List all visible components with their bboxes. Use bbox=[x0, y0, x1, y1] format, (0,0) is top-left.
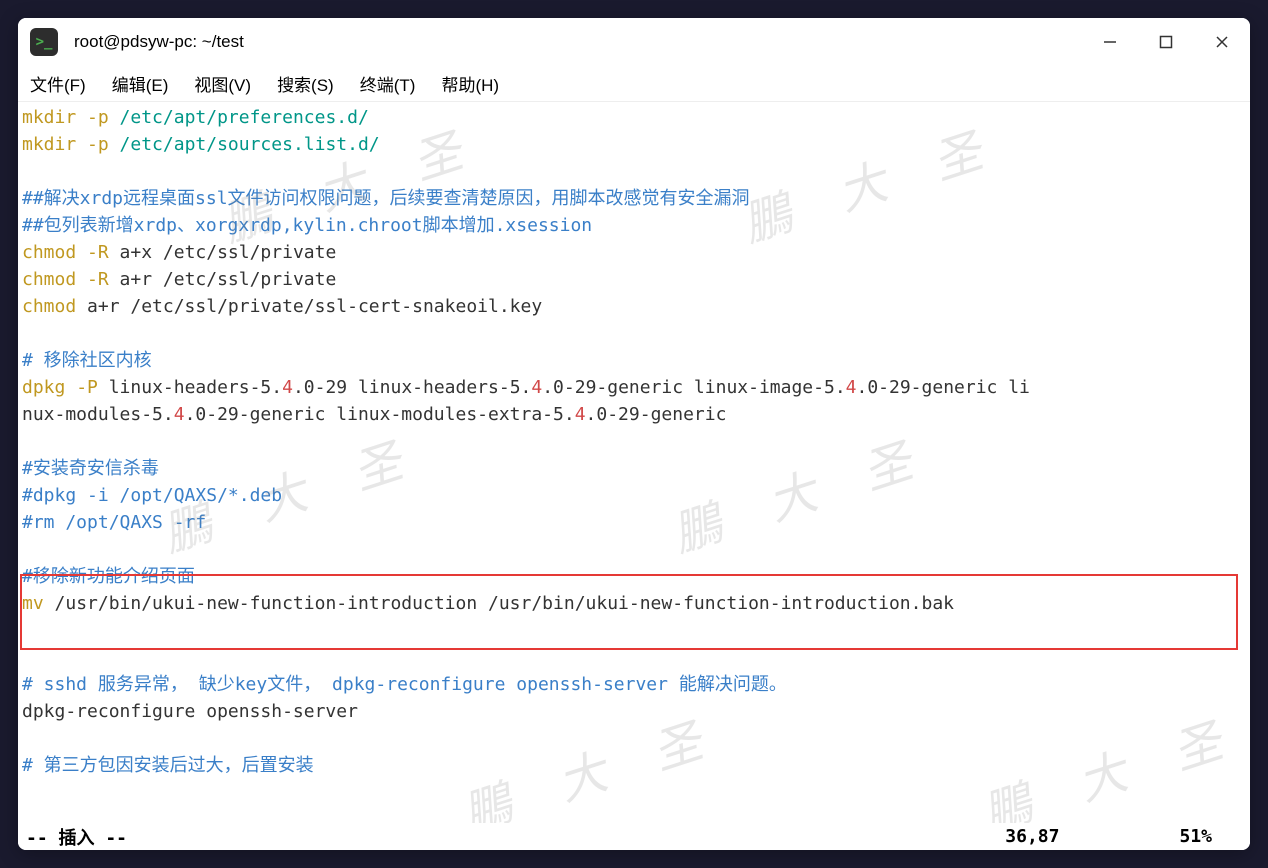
terminal-window: >_ root@pdsyw-pc: ~/test 文件(F) 编辑(E) 视图(… bbox=[18, 18, 1250, 850]
terminal-line: chmod -R a+r /etc/ssl/private bbox=[22, 266, 1246, 293]
menu-view[interactable]: 视图(V) bbox=[190, 69, 255, 98]
terminal-line: dpkg-reconfigure openssh-server bbox=[22, 698, 1246, 725]
vim-position: 36,87 bbox=[1005, 826, 1059, 847]
terminal-comment: #安装奇安信杀毒 bbox=[22, 455, 1246, 482]
menu-edit[interactable]: 编辑(E) bbox=[108, 69, 173, 98]
terminal-comment: # sshd 服务异常， 缺少key文件， dpkg-reconfigure o… bbox=[22, 671, 1246, 698]
terminal-comment: #rm /opt/QAXS -rf bbox=[22, 509, 1246, 536]
terminal-line: mkdir -p /etc/apt/sources.list.d/ bbox=[22, 131, 1246, 158]
terminal-line: mkdir -p /etc/apt/preferences.d/ bbox=[22, 104, 1246, 131]
terminal-blank bbox=[22, 617, 1246, 644]
menubar: 文件(F) 编辑(E) 视图(V) 搜索(S) 终端(T) 帮助(H) bbox=[18, 66, 1250, 102]
close-button[interactable] bbox=[1206, 26, 1238, 58]
minimize-button[interactable] bbox=[1094, 26, 1126, 58]
vim-percent: 51% bbox=[1179, 826, 1212, 847]
vim-statusbar: -- 插入 -- 36,87 51% bbox=[18, 823, 1250, 850]
window-title: root@pdsyw-pc: ~/test bbox=[74, 32, 1094, 52]
terminal-blank bbox=[22, 536, 1246, 563]
menu-terminal[interactable]: 终端(T) bbox=[356, 69, 420, 98]
terminal-app-icon: >_ bbox=[30, 28, 58, 56]
terminal-blank bbox=[22, 644, 1246, 671]
terminal-line: nux-modules-5.4.0-29-generic linux-modul… bbox=[22, 401, 1246, 428]
terminal-line: mv /usr/bin/ukui-new-function-introducti… bbox=[22, 590, 1246, 617]
menu-help[interactable]: 帮助(H) bbox=[437, 69, 503, 98]
terminal-blank bbox=[22, 320, 1246, 347]
terminal-comment: # 移除社区内核 bbox=[22, 347, 1246, 374]
terminal-blank bbox=[22, 725, 1246, 752]
titlebar: >_ root@pdsyw-pc: ~/test bbox=[18, 18, 1250, 66]
terminal-comment: ##包列表新增xrdp、xorgxrdp,kylin.chroot脚本增加.xs… bbox=[22, 212, 1246, 239]
terminal-comment: #dpkg -i /opt/QAXS/*.deb bbox=[22, 482, 1246, 509]
terminal-blank bbox=[22, 428, 1246, 455]
terminal-content[interactable]: mkdir -p /etc/apt/preferences.d/ mkdir -… bbox=[18, 102, 1250, 823]
terminal-comment: #移除新功能介绍页面 bbox=[22, 563, 1246, 590]
menu-file[interactable]: 文件(F) bbox=[26, 69, 90, 98]
terminal-comment: ##解决xrdp远程桌面ssl文件访问权限问题，后续要查清楚原因，用脚本改感觉有… bbox=[22, 185, 1246, 212]
vim-mode: -- 插入 -- bbox=[26, 824, 1005, 850]
menu-search[interactable]: 搜索(S) bbox=[273, 69, 338, 98]
terminal-line: chmod -R a+x /etc/ssl/private bbox=[22, 239, 1246, 266]
terminal-blank bbox=[22, 158, 1246, 185]
terminal-comment: # 第三方包因安装后过大，后置安装 bbox=[22, 752, 1246, 779]
maximize-button[interactable] bbox=[1150, 26, 1182, 58]
terminal-line: chmod a+r /etc/ssl/private/ssl-cert-snak… bbox=[22, 293, 1246, 320]
terminal-line: dpkg -P linux-headers-5.4.0-29 linux-hea… bbox=[22, 374, 1246, 401]
window-controls bbox=[1094, 26, 1238, 58]
